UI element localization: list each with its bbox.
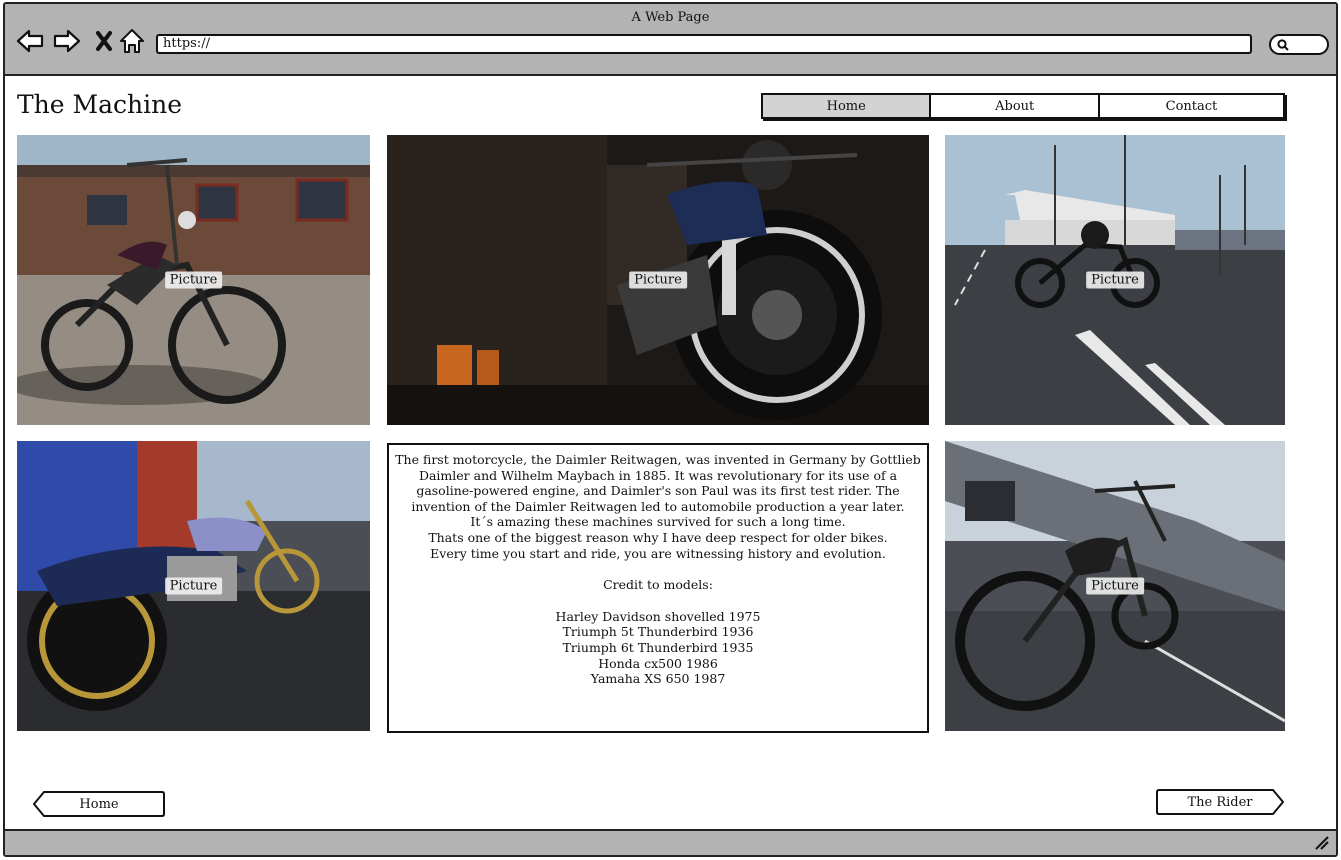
history-line: It´s amazing these machines survived for… xyxy=(470,514,846,530)
picture-harley-parking: Picture xyxy=(945,441,1285,731)
picture-label: Picture xyxy=(164,271,223,289)
page-title: The Machine xyxy=(17,90,183,119)
browser-chrome: A Web Page https:// xyxy=(5,4,1336,76)
model-credit: Harley Davidson shovelled 1975 xyxy=(555,608,761,624)
history-textbox: The first motorcycle, the Daimler Reitwa… xyxy=(387,443,929,733)
history-line: Daimler and Wilhelm Maybach in 1885. It … xyxy=(418,467,898,483)
prev-page-label: Home xyxy=(79,796,119,812)
picture-yamaha-xs650: Picture xyxy=(17,441,370,731)
picture-label: Picture xyxy=(164,577,223,595)
picture-honda-cx500: Picture xyxy=(387,135,929,425)
credit-heading: Credit to models: xyxy=(603,577,713,593)
history-line: Every time you start and ride, you are w… xyxy=(430,545,886,561)
model-credit: Honda cx500 1986 xyxy=(598,655,718,671)
history-line: invention of the Daimler Reitwagen led t… xyxy=(411,498,905,514)
back-arrow-icon[interactable] xyxy=(15,26,45,56)
tab-home[interactable]: Home xyxy=(763,95,932,117)
picture-harley-shovelhead: Picture xyxy=(17,135,370,425)
picture-label: Picture xyxy=(1086,577,1144,595)
window-title: A Web Page xyxy=(631,10,710,25)
picture-label: Picture xyxy=(1086,271,1144,289)
address-bar[interactable]: https:// xyxy=(156,34,1252,54)
picture-triumph-road: Picture xyxy=(945,135,1285,425)
model-credit: Triumph 6t Thunderbird 1935 xyxy=(562,639,754,655)
model-credit: Yamaha XS 650 1987 xyxy=(590,671,726,687)
history-line: The first motorcycle, the Daimler Reitwa… xyxy=(395,452,921,467)
home-icon[interactable] xyxy=(117,26,147,56)
history-line: Thats one of the biggest reason why I ha… xyxy=(428,529,888,545)
resize-grip-icon[interactable] xyxy=(1314,835,1330,851)
forward-arrow-icon[interactable] xyxy=(52,26,82,56)
model-credit: Triumph 5t Thunderbird 1936 xyxy=(562,624,754,640)
status-bar xyxy=(5,829,1336,855)
close-x-icon[interactable] xyxy=(89,26,119,56)
picture-label: Picture xyxy=(629,271,687,289)
history-line: gasoline-powered engine, and Daimler's s… xyxy=(416,483,900,499)
search-field[interactable] xyxy=(1269,34,1329,55)
prev-page-button[interactable]: Home xyxy=(32,790,166,818)
browser-window: A Web Page https:// The Machine Home Abo… xyxy=(3,2,1338,857)
next-page-label: The Rider xyxy=(1187,794,1253,810)
tab-about[interactable]: About xyxy=(931,95,1100,117)
search-icon xyxy=(1277,39,1289,51)
next-page-button[interactable]: The Rider xyxy=(1155,788,1285,816)
tab-contact[interactable]: Contact xyxy=(1099,95,1283,117)
nav-tabs: Home About Contact xyxy=(761,93,1285,119)
